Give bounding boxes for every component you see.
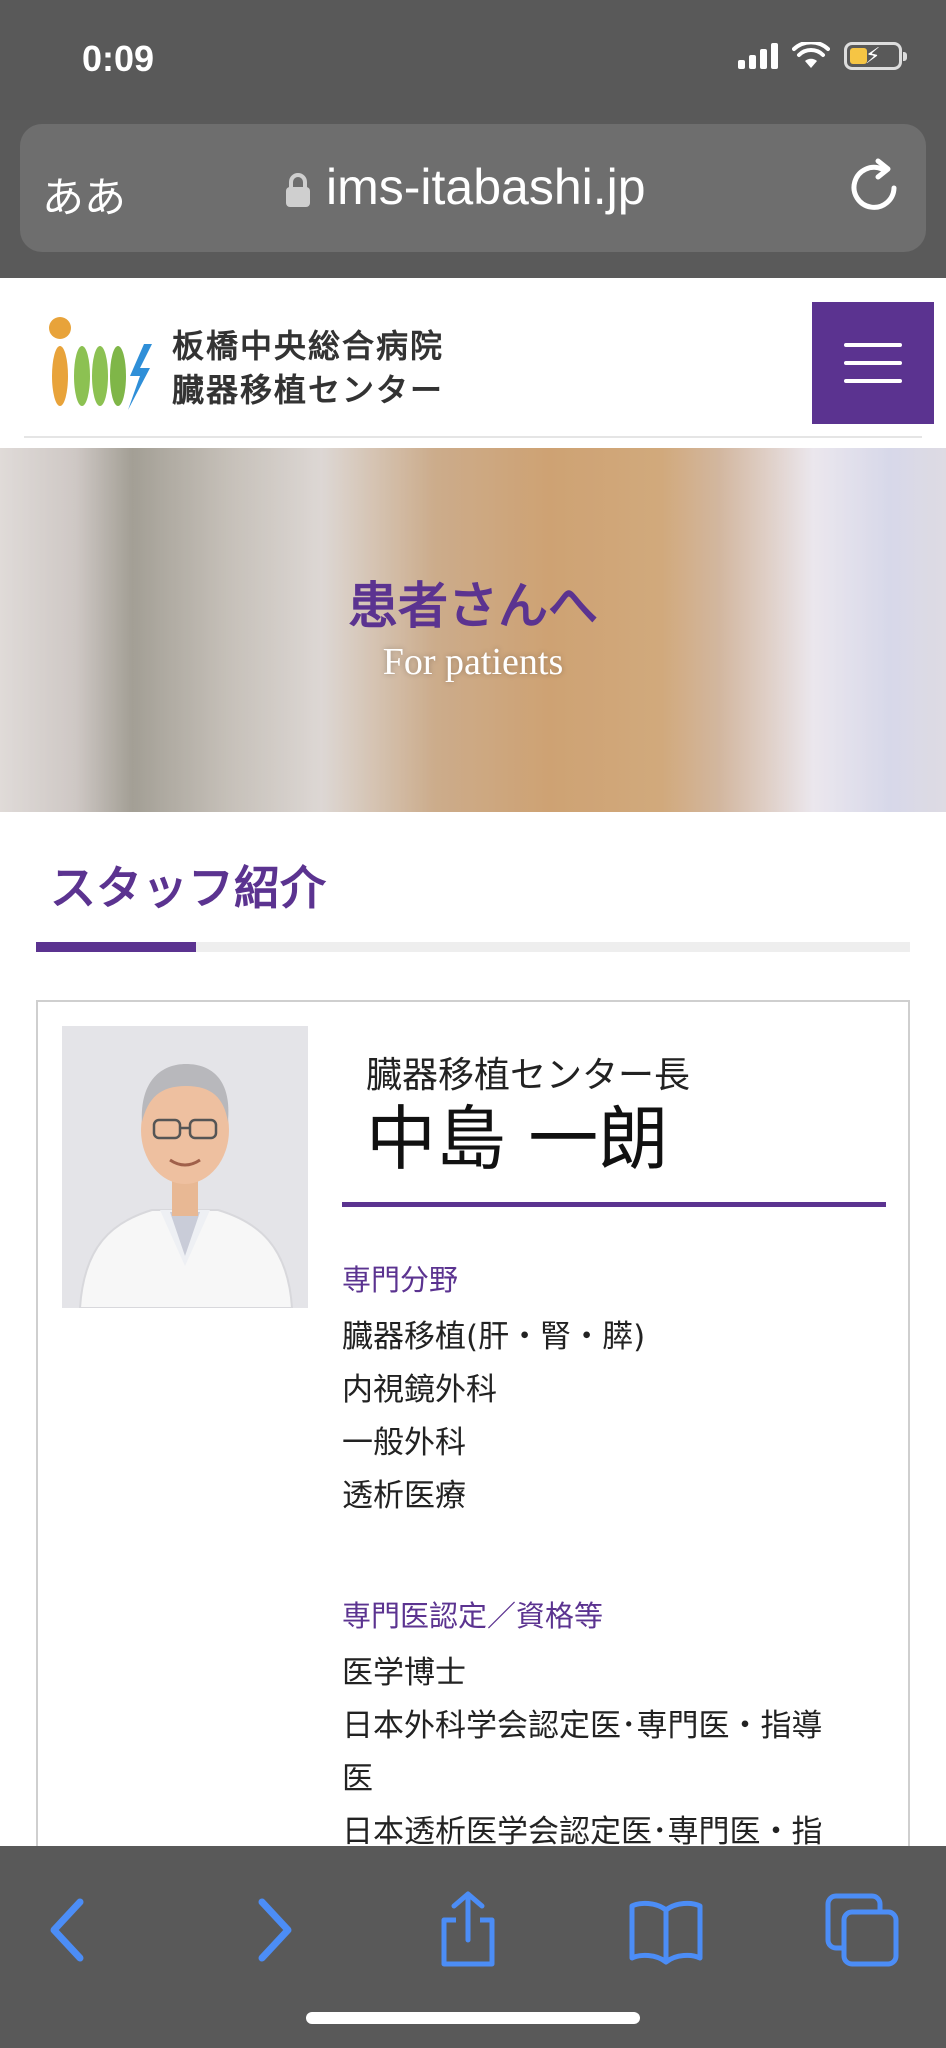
- hero-subtitle: For patients: [382, 641, 564, 683]
- qualifications-list: 医学博士 日本外科学会認定医･専門医・指導 医 日本透析医学会認定医･専門医・指: [342, 1647, 886, 1846]
- logo-text: 板橋中央総合病院 臓器移植センター: [172, 324, 444, 412]
- specialty-item: 臓器移植(肝・腎・膵): [342, 1319, 646, 1355]
- section-title: スタッフ紹介: [50, 861, 326, 915]
- specialty-list: 臓器移植(肝・腎・膵) 内視鏡外科 一般外科 透析医療: [342, 1311, 886, 1523]
- qualification-item: 医: [342, 1761, 373, 1797]
- specialty-item: 透析医療: [342, 1478, 466, 1514]
- status-time: 0:09: [82, 38, 155, 79]
- hero-banner: 患者さんへ For patients: [0, 448, 946, 812]
- reader-settings-button[interactable]: ああ: [42, 164, 126, 225]
- cellular-signal-icon: [738, 43, 778, 69]
- lock-icon: [286, 173, 310, 207]
- status-icons: ⚡: [738, 42, 907, 70]
- menu-icon-bar: [844, 361, 902, 365]
- bookmarks-icon[interactable]: [626, 1890, 706, 1970]
- staff-info: 臓器移植センター長 中島 一朗 専門分野 臓器移植(肝・腎・膵) 内視鏡外科 一…: [342, 1046, 886, 1846]
- hero-title: 患者さんへ: [348, 576, 598, 635]
- section-underline: [36, 942, 910, 952]
- status-bar: 0:09 ⚡: [0, 0, 946, 120]
- menu-icon-bar: [844, 343, 902, 347]
- site-header: 板橋中央総合病院 臓器移植センター: [0, 278, 946, 448]
- specialty-item: 一般外科: [342, 1425, 466, 1461]
- tabs-icon[interactable]: [822, 1890, 902, 1970]
- doctor-portrait-image: [62, 1026, 308, 1308]
- reload-icon[interactable]: [842, 154, 908, 220]
- name-divider: [342, 1202, 886, 1207]
- forward-icon[interactable]: [232, 1890, 312, 1970]
- specialty-item: 内視鏡外科: [342, 1372, 497, 1408]
- logo-line-2: 臓器移植センター: [172, 371, 445, 409]
- battery-charging-icon: ⚡: [844, 42, 907, 70]
- specialty-label: 専門分野: [342, 1263, 459, 1297]
- menu-icon-bar: [844, 379, 902, 383]
- web-page: 板橋中央総合病院 臓器移植センター 患者さんへ For patients スタッ…: [0, 278, 946, 1846]
- url-text[interactable]: ims-itabashi.jp: [326, 158, 646, 216]
- logo-line-1: 板橋中央総合病院: [172, 327, 445, 365]
- staff-photo: [62, 1026, 308, 1308]
- staff-name: 中島 一朗: [366, 1098, 669, 1180]
- qualifications-label: 専門医認定／資格等: [342, 1599, 604, 1633]
- section-underline-accent: [36, 942, 196, 952]
- share-icon[interactable]: [428, 1890, 508, 1970]
- header-divider: [24, 436, 922, 438]
- staff-role: 臓器移植センター長: [366, 1055, 691, 1096]
- address-bar[interactable]: ああ ims-itabashi.jp: [20, 124, 926, 252]
- home-indicator[interactable]: [306, 2012, 640, 2024]
- back-icon[interactable]: [30, 1890, 110, 1970]
- hospital-logo[interactable]: 板橋中央総合病院 臓器移植センター: [46, 314, 466, 414]
- qualification-item: 日本透析医学会認定医･専門医・指: [342, 1814, 823, 1846]
- hamburger-menu-button[interactable]: [812, 302, 934, 424]
- staff-card: 臓器移植センター長 中島 一朗 専門分野 臓器移植(肝・腎・膵) 内視鏡外科 一…: [36, 1000, 910, 1846]
- ims-logo-icon: [49, 317, 152, 410]
- qualification-item: 医学博士: [342, 1655, 466, 1691]
- wifi-icon: [792, 42, 830, 68]
- qualification-item: 日本外科学会認定医･専門医・指導: [342, 1708, 823, 1744]
